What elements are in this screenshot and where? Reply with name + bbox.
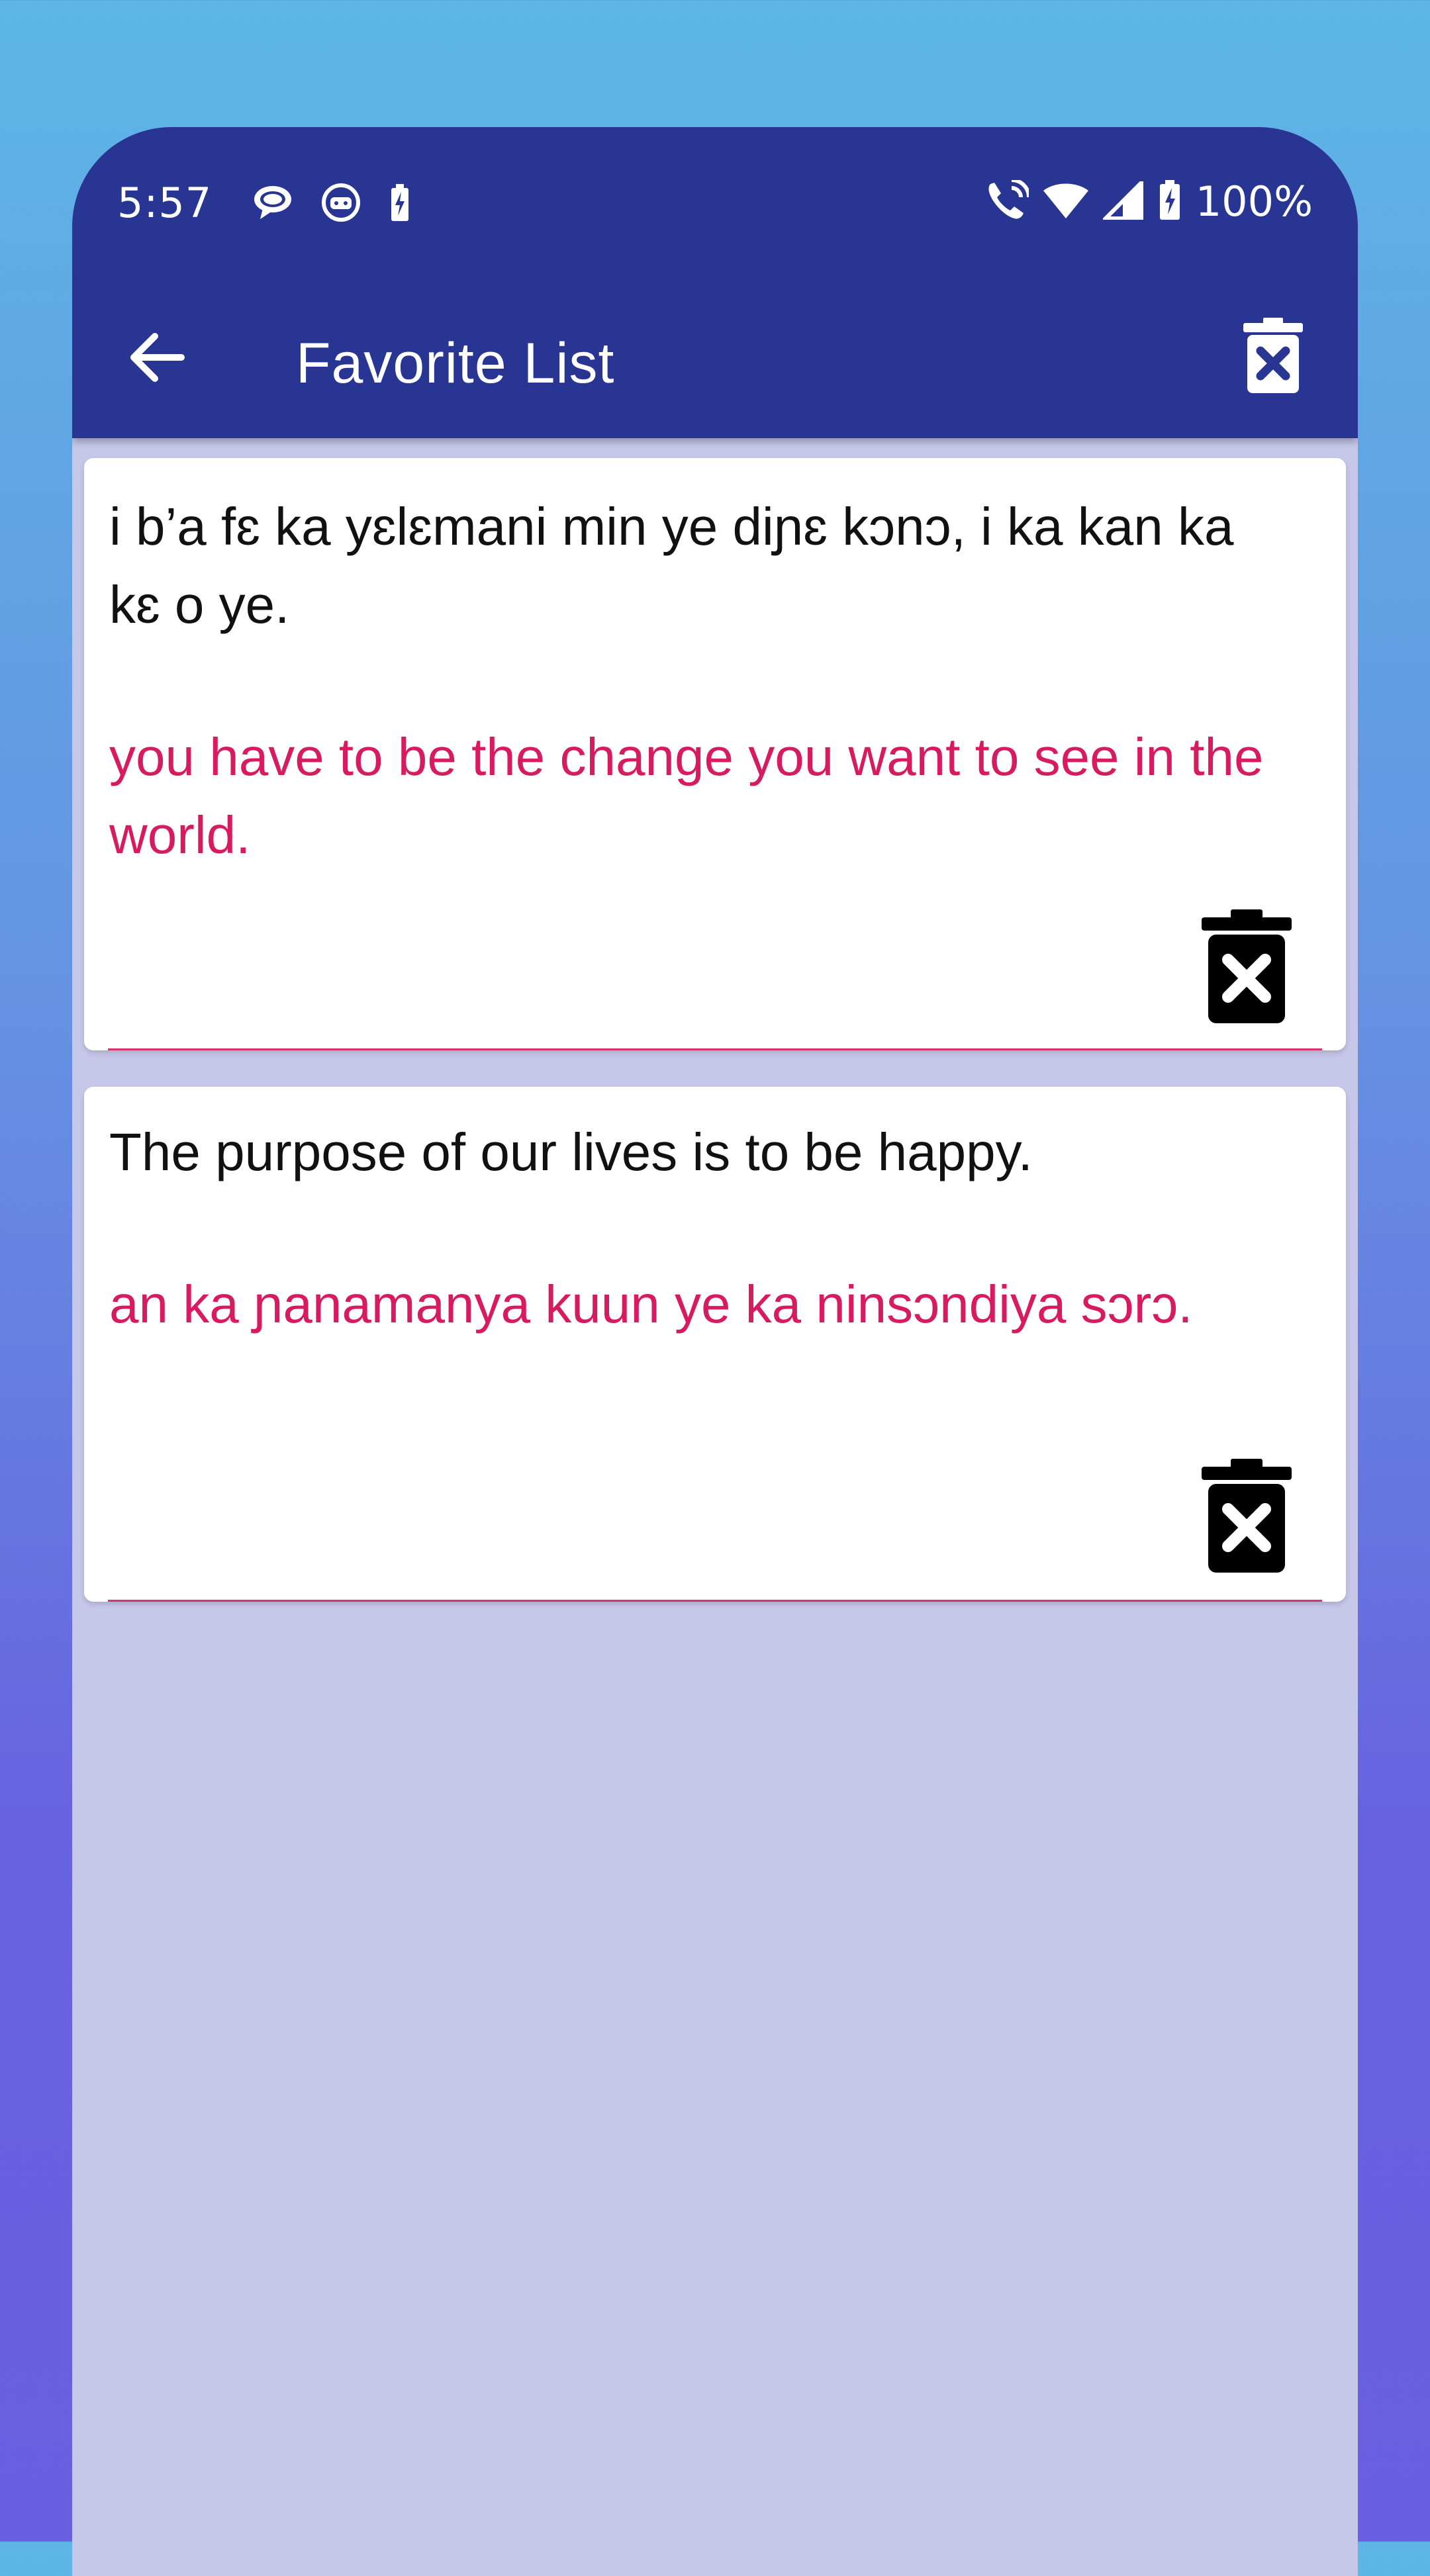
delete-forever-icon xyxy=(1243,318,1303,396)
source-text: i b’a fɛ ka yɛlɛmani min ye diɲɛ kɔnɔ, i… xyxy=(109,497,1234,634)
back-button[interactable] xyxy=(124,326,190,392)
translation-text: you have to be the change you want to se… xyxy=(109,727,1264,864)
cell-signal-icon xyxy=(1100,177,1144,222)
source-text: The purpose of our lives is to be happy. xyxy=(109,1123,1033,1181)
favorite-card: The purpose of our lives is to be happy.… xyxy=(84,1087,1346,1602)
delete-forever-icon xyxy=(1202,909,1292,1026)
delete-all-button[interactable] xyxy=(1240,314,1306,400)
translation-text: an ka ɲanamanya kuun ye ka ninsɔndiya sɔ… xyxy=(109,1275,1193,1334)
notification-icons xyxy=(252,183,411,225)
chat-bubble-icon xyxy=(252,183,293,224)
system-status-icons: 100% xyxy=(985,177,1313,226)
wifi-icon xyxy=(1042,181,1090,222)
app-bar: Favorite List xyxy=(72,279,1358,438)
status-bar: 5:57 100% xyxy=(72,127,1358,279)
battery-icon xyxy=(1157,179,1182,224)
status-time: 5:57 xyxy=(117,179,213,227)
delete-favorite-button[interactable] xyxy=(1200,908,1293,1027)
page-title: Favorite List xyxy=(296,332,615,395)
delete-favorite-button[interactable] xyxy=(1200,1457,1293,1577)
favorite-card: i b’a fɛ ka yɛlɛmani min ye diɲɛ kɔnɔ, i… xyxy=(84,458,1346,1050)
wifi-calling-icon xyxy=(985,177,1031,224)
battery-charging-small-icon xyxy=(389,183,411,225)
phone-screen: 5:57 100% Favorite List i b’a fɛ ka yɛlɛ… xyxy=(72,127,1358,2576)
delete-forever-icon xyxy=(1202,1459,1292,1575)
battery-percent: 100% xyxy=(1195,177,1313,226)
arrow-back-icon xyxy=(127,331,187,387)
robot-face-icon xyxy=(321,183,361,225)
card-divider xyxy=(108,1048,1322,1050)
card-divider xyxy=(108,1600,1322,1602)
